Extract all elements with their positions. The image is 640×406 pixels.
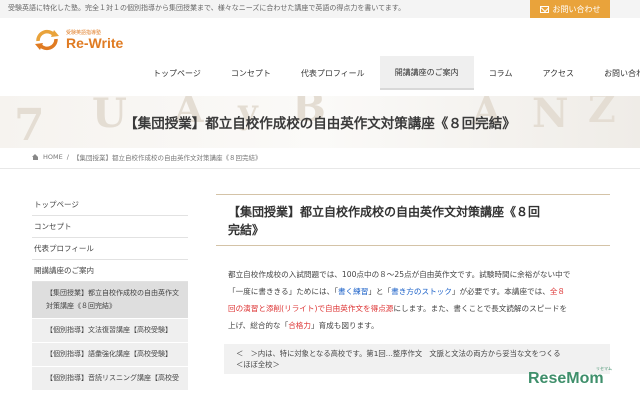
article-title-line: 【集団授業】都立自校作成校の自由英作文対策講座《８回 bbox=[228, 205, 541, 219]
hero-banner: 7 U A y B A N Z 【集団授業】都立自校作成校の自由英作文対策講座《… bbox=[0, 96, 640, 148]
nav-column[interactable]: コラム bbox=[474, 56, 528, 90]
sidebar-subitem-label: 【個別指導】音読リスニング講座【高校受 bbox=[46, 374, 179, 382]
sidebar-subitem-grammar[interactable]: 【個別指導】文法復習講座【高校受験】 bbox=[32, 319, 188, 343]
article-title-line: 完結》 bbox=[228, 223, 265, 237]
breadcrumb-home[interactable]: HOME bbox=[43, 153, 63, 161]
sidebar-item-profile[interactable]: 代表プロフィール bbox=[32, 238, 188, 260]
article-title: 【集団授業】都立自校作成校の自由英作文対策講座《８回 完結》 bbox=[216, 194, 610, 246]
intro-line: 上げ、総合的な「合格力」育成も図ります。 bbox=[228, 321, 379, 330]
contact-button[interactable]: お問い合わせ bbox=[530, 0, 610, 18]
sidebar-subitem-label: 【個別指導】文法復習講座【高校受験】 bbox=[46, 326, 172, 334]
sidebar-subitem-group-class[interactable]: 【集団授業】都立自校作成校の自由英作文 対策講座《８回完結》 bbox=[32, 282, 188, 319]
sidebar-subitem-vocabulary[interactable]: 【個別指導】語彙強化講座【高校受験】 bbox=[32, 343, 188, 367]
intro-line: 回の演習と添削(リライト)で自由英作文を得点源にします。また、書くことで長文読解… bbox=[228, 304, 568, 313]
sidebar-subitem-listening[interactable]: 【個別指導】音読リスニング講座【高校受 bbox=[32, 367, 188, 391]
nav-contact[interactable]: お問い合わせ bbox=[589, 56, 640, 90]
top-bar: 受験英語に特化した塾。完全１対１の個別指導から集団授業まで、様々なニーズに合わせ… bbox=[0, 0, 640, 18]
highlight-score-source: 回の演習と添削(リライト)で自由英作文を得点源 bbox=[228, 304, 394, 313]
nav-concept[interactable]: コンセプト bbox=[216, 56, 286, 90]
nav-top[interactable]: トップページ bbox=[138, 56, 216, 90]
logo-name: Re-Write bbox=[66, 35, 124, 51]
note-line: ＜ほぼ全校＞ bbox=[236, 360, 280, 369]
nav-access[interactable]: アクセス bbox=[527, 56, 589, 90]
site-logo[interactable]: 受験英語指導塾 Re-Write bbox=[32, 26, 142, 56]
intro-line: 都立自校作成校の入試問題では、100点中の８～25点が自由英作文です。試験時間に… bbox=[228, 270, 571, 279]
main-nav: トップページ コンセプト 代表プロフィール 開講講座のご案内 コラム アクセス … bbox=[138, 56, 640, 90]
logo-mark-icon bbox=[35, 29, 59, 51]
sidebar: トップページ コンセプト 代表プロフィール 開講講座のご案内 【集団授業】都立自… bbox=[32, 194, 188, 391]
sidebar-subitem-label: 【個別指導】語彙強化講座【高校受験】 bbox=[46, 350, 172, 358]
breadcrumb-current: 【集団授業】都立自校作成校の自由英作文対策講座《８回完結》 bbox=[72, 154, 262, 162]
highlight-eight-sessions: 全８ bbox=[549, 287, 566, 296]
sidebar-subitem-label: 対策講座《８回完結》 bbox=[46, 302, 116, 310]
highlight-pass-ability: 合格力 bbox=[288, 321, 311, 330]
main-content: 【集団授業】都立自校作成校の自由英作文対策講座《８回 完結》 都立自校作成校の入… bbox=[216, 194, 610, 374]
intro-line: 「一度に書ききる」ためには、「書く練習」と「書き方のストック」が必要です。本講座… bbox=[228, 287, 566, 296]
sidebar-item-top[interactable]: トップページ bbox=[32, 194, 188, 216]
page-hero-title: 【集団授業】都立自校作成校の自由英作文対策講座《８回完結》 bbox=[124, 116, 516, 132]
note-line: ＜ ＞内は、特に対象となる高校です。第1回…整序作文 文脈と文法の両方から妥当な… bbox=[236, 349, 561, 358]
highlight-writing-stock: 書き方のストック bbox=[391, 287, 452, 296]
sidebar-item-courses[interactable]: 開講講座のご案内 bbox=[32, 260, 188, 282]
tagline: 受験英語に特化した塾。完全１対１の個別指導から集団授業まで、様々なニーズに合わせ… bbox=[8, 4, 406, 12]
contact-label: お問い合わせ bbox=[552, 4, 601, 14]
watermark-logo: ReseMom bbox=[528, 370, 604, 387]
highlight-writing-practice: 書く練習 bbox=[337, 287, 369, 296]
nav-profile[interactable]: 代表プロフィール bbox=[286, 56, 380, 90]
article-intro: 都立自校作成校の入試問題では、100点中の８～25点が自由英作文です。試験時間に… bbox=[216, 266, 610, 334]
breadcrumb-separator: / bbox=[66, 153, 69, 161]
home-icon bbox=[32, 154, 39, 160]
breadcrumb: HOME / 【集団授業】都立自校作成校の自由英作文対策講座《８回完結》 bbox=[32, 152, 261, 162]
sidebar-item-concept[interactable]: コンセプト bbox=[32, 216, 188, 238]
sidebar-subitem-label: 【集団授業】都立自校作成校の自由英作文 bbox=[46, 289, 179, 297]
divider bbox=[0, 168, 640, 169]
nav-courses[interactable]: 開講講座のご案内 bbox=[379, 56, 474, 90]
mail-icon bbox=[539, 5, 549, 13]
watermark-subtitle: リセマム bbox=[596, 366, 612, 371]
